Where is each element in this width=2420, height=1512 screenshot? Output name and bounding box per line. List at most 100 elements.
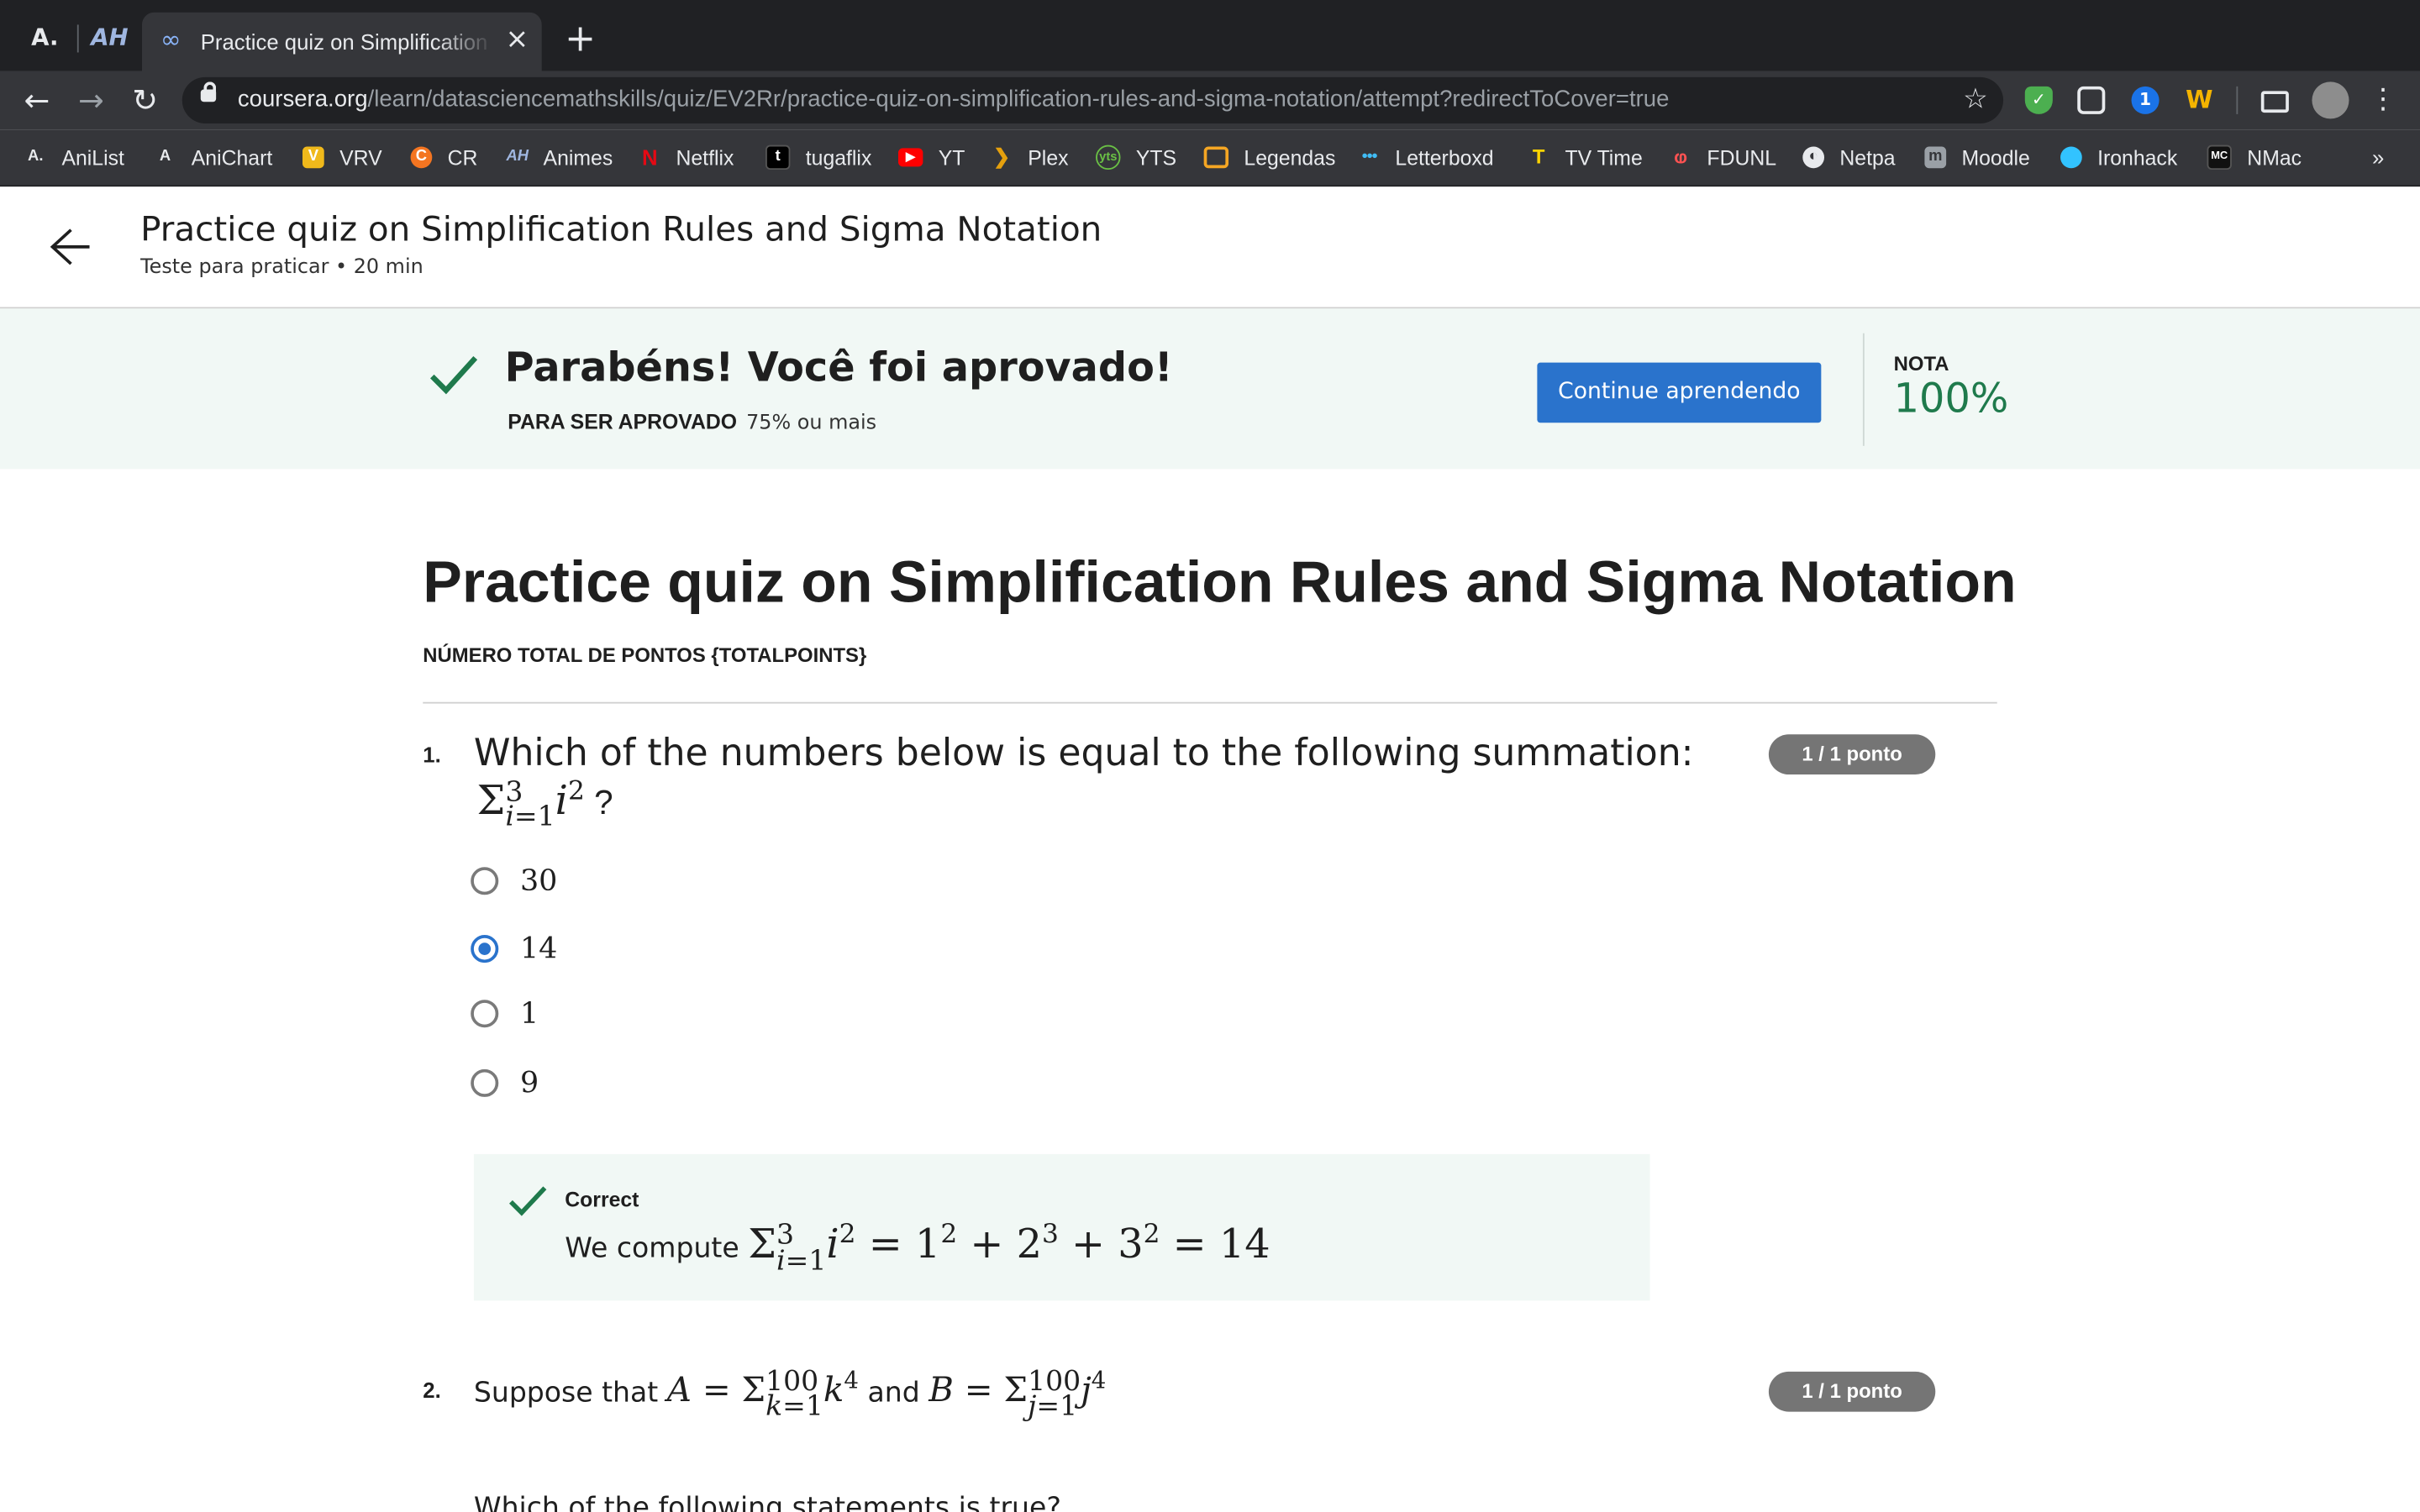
bookmark-moodle[interactable]: m Moodle bbox=[1924, 144, 2030, 171]
coursera-favicon-icon: ∞ bbox=[160, 24, 182, 55]
plex-icon: ❯ bbox=[993, 144, 1011, 169]
bookmark-plex[interactable]: ❯ Plex bbox=[991, 144, 1068, 171]
feedback-text: We compute Σ 3 i=1 i2 = 12 + 23 + 32 = 14 bbox=[565, 1219, 1270, 1278]
tab-separator bbox=[76, 24, 79, 53]
option-label: 30 bbox=[519, 864, 558, 898]
vrv-icon: V bbox=[302, 146, 324, 169]
feedback-formula: Σ 3 i=1 i2 = 12 + 23 + 32 = 14 bbox=[748, 1219, 1270, 1278]
back-icon[interactable]: ← bbox=[18, 83, 55, 120]
tv-time-icon: T bbox=[1532, 144, 1545, 169]
score-badge: 1 / 1 ponto bbox=[1768, 734, 1936, 775]
total-points: NÚMERO TOTAL DE PONTOS {TOTALPOINTS} bbox=[423, 643, 867, 667]
bookmark-netflix[interactable]: N Netflix bbox=[639, 144, 734, 171]
bookmark-cr[interactable]: C CR bbox=[410, 144, 477, 171]
bookmark-tv-time[interactable]: T TV Time bbox=[1528, 144, 1643, 171]
bookmark-fdunl[interactable]: ⱷ FDUNL bbox=[1670, 144, 1776, 171]
bookmark-legendas[interactable]: Legendas bbox=[1203, 144, 1335, 171]
browser-menu-icon[interactable]: ⋮ bbox=[2365, 83, 2402, 120]
grade-divider bbox=[1862, 333, 1865, 446]
moodle-icon: m bbox=[1924, 146, 1947, 169]
netpa-icon: ◐ bbox=[1802, 146, 1825, 169]
bookmark-netpa[interactable]: ◐ Netpa bbox=[1802, 144, 1896, 171]
feedback-label: Correct bbox=[565, 1188, 639, 1211]
ironhack-icon bbox=[2060, 146, 2082, 169]
grade-value: 100% bbox=[1893, 376, 2009, 423]
shield-extension-icon[interactable]: ✓ bbox=[2024, 86, 2053, 114]
bookmark-anichart[interactable]: A AniChart bbox=[155, 144, 272, 171]
checkmark-icon bbox=[429, 352, 479, 398]
animes-icon: AH bbox=[91, 23, 129, 51]
anilist-icon: A. bbox=[31, 23, 59, 51]
bookmark-tugaflix[interactable]: t tugaflix bbox=[765, 144, 871, 171]
bookmarks-bar: A. AniList A AniChart V VRV C CR AH Animes NN… bbox=[0, 129, 2420, 187]
anilist-icon: A. bbox=[28, 148, 44, 165]
feedback-box: Correct We compute Σ 3 i=1 i2 = 12 + 23 + 3… bbox=[473, 1153, 1650, 1301]
bookmark-ironhack[interactable]: Ironhack bbox=[2060, 144, 2177, 171]
bookmark-star-icon[interactable]: ☆ bbox=[1963, 83, 1988, 116]
question-text-and: and bbox=[867, 1376, 920, 1410]
cast-icon[interactable] bbox=[2260, 91, 2289, 113]
bookmark-yt[interactable]: ▶ YT bbox=[897, 144, 965, 171]
pass-banner: Parabéns! Você foi aprovado! PARA SER AP… bbox=[0, 308, 2420, 470]
bookmarks-overflow-icon[interactable]: » bbox=[2372, 144, 2384, 171]
tab-close-icon[interactable]: × bbox=[503, 25, 531, 54]
quiz-title: Practice quiz on Simplification Rules an… bbox=[423, 550, 2017, 616]
profile-avatar[interactable] bbox=[2312, 81, 2349, 119]
url-text[interactable]: coursera.org/learn/datasciencemathskills… bbox=[238, 87, 1670, 114]
score-badge: 1 / 1 ponto bbox=[1768, 1371, 1936, 1412]
radio-button[interactable] bbox=[471, 867, 499, 895]
question-number: 1. bbox=[423, 742, 441, 767]
bookmark-anilist[interactable]: A. AniList bbox=[24, 144, 124, 171]
radio-button-selected[interactable] bbox=[471, 935, 499, 963]
password-manager-icon[interactable]: 1 bbox=[2131, 86, 2160, 114]
tab-title: Practice quiz on Simplification Rules an… bbox=[200, 29, 494, 55]
bookmark-vrv[interactable]: V VRV bbox=[302, 144, 382, 171]
toolbar-separator bbox=[2236, 86, 2238, 114]
bookmark-yts[interactable]: yts YTS bbox=[1096, 144, 1176, 171]
question-text: Suppose that A = Σ 100 k=1 k4 and B = Σ 100 j… bbox=[473, 1365, 1106, 1424]
radio-button[interactable] bbox=[471, 1000, 499, 1028]
quiz-header: Practice quiz on Simplification Rules an… bbox=[0, 186, 2420, 309]
option-label: 1 bbox=[519, 996, 539, 1031]
bookmark-letterboxd[interactable]: ●●● Letterboxd bbox=[1358, 144, 1493, 171]
bookmark-animes[interactable]: AH Animes bbox=[506, 144, 613, 171]
pinned-tab-anilist[interactable]: A. bbox=[24, 18, 66, 55]
back-arrow-icon[interactable] bbox=[46, 223, 92, 270]
checkmark-icon bbox=[508, 1185, 548, 1219]
page-subtitle: Teste para praticar • 20 min bbox=[140, 255, 424, 280]
option-label: 9 bbox=[519, 1066, 539, 1100]
divider bbox=[423, 701, 1997, 704]
answer-option[interactable]: 1 bbox=[471, 995, 539, 1032]
lock-icon bbox=[200, 81, 217, 102]
bookmark-nmac[interactable]: MC NMac bbox=[2207, 144, 2302, 171]
forward-icon[interactable]: → bbox=[72, 83, 109, 120]
w-extension-icon[interactable]: W bbox=[2186, 86, 2213, 114]
crunchyroll-icon: C bbox=[410, 146, 433, 169]
tugaflix-icon: t bbox=[765, 144, 791, 171]
question-text-next: Which of the following statements is tru… bbox=[473, 1492, 1061, 1512]
answer-option[interactable]: 30 bbox=[471, 863, 557, 900]
nmac-icon: MC bbox=[2207, 144, 2232, 171]
address-bar[interactable]: coursera.org/learn/datasciencemathskills… bbox=[182, 76, 2004, 123]
pocket-extension-icon[interactable] bbox=[2077, 86, 2106, 114]
question-text-prefix: Suppose that bbox=[473, 1376, 659, 1410]
youtube-icon: ▶ bbox=[897, 148, 923, 167]
reload-icon[interactable]: ↻ bbox=[127, 83, 164, 120]
animes-icon: AH bbox=[506, 148, 529, 165]
browser-tab-strip: A. AH ∞ Practice quiz on Simplification … bbox=[0, 0, 2420, 71]
answer-option[interactable]: 9 bbox=[471, 1064, 539, 1101]
active-tab[interactable]: ∞ Practice quiz on Simplification Rules … bbox=[141, 12, 542, 71]
formula-a: A = Σ 100 k=1 k4 bbox=[666, 1365, 859, 1424]
yts-icon: yts bbox=[1096, 144, 1121, 171]
browser-toolbar: ← → ↻ coursera.org/learn/datasciencemath… bbox=[0, 71, 2420, 130]
answer-option-selected[interactable]: 14 bbox=[471, 931, 557, 968]
new-tab-button[interactable]: + bbox=[562, 20, 599, 59]
question-text: Which of the numbers below is equal to t… bbox=[473, 731, 1694, 775]
fdunl-icon: ⱷ bbox=[1674, 146, 1688, 169]
radio-button[interactable] bbox=[471, 1068, 499, 1097]
pinned-tab-animes[interactable]: AH bbox=[88, 18, 131, 55]
netflix-icon: N bbox=[641, 144, 658, 171]
requirement-value: 75% ou mais bbox=[746, 412, 877, 435]
page-title: Practice quiz on Simplification Rules an… bbox=[140, 211, 1102, 250]
continue-learning-button[interactable]: Continue aprendendo bbox=[1537, 362, 1822, 423]
